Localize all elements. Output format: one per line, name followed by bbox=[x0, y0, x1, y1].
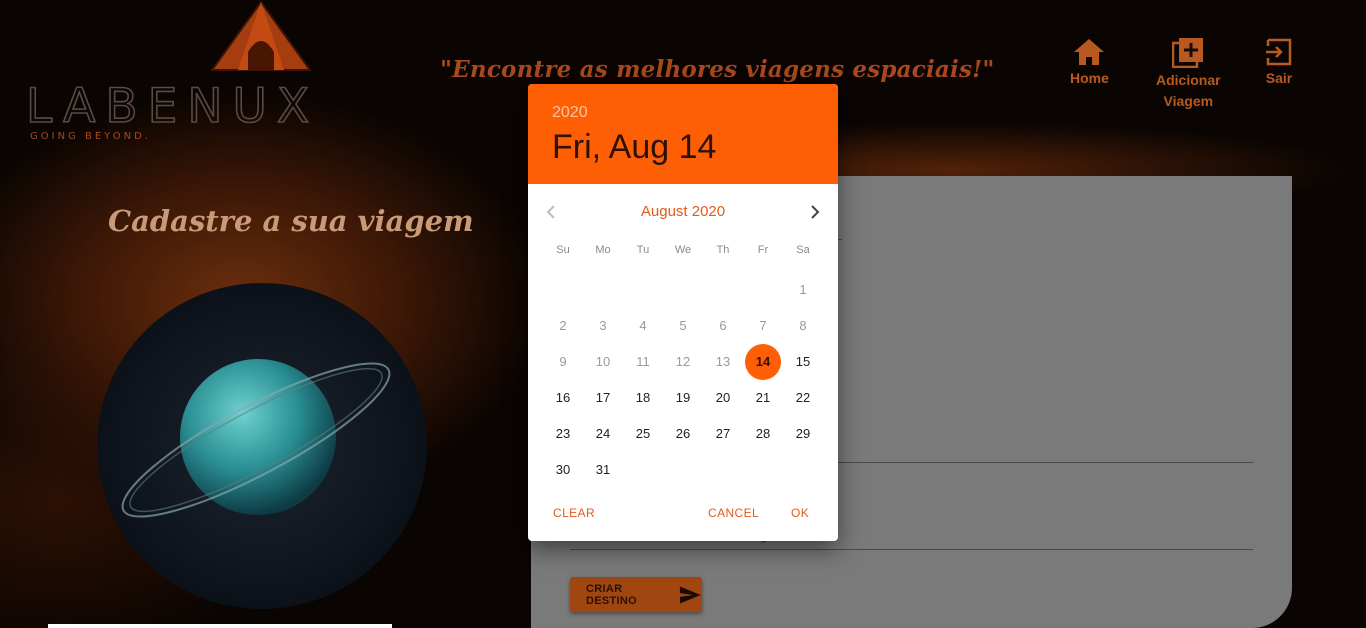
chevron-right-icon[interactable] bbox=[804, 202, 824, 222]
weekday-label: We bbox=[674, 244, 692, 256]
create-destination-button[interactable]: CRIAR DESTINO bbox=[570, 577, 702, 612]
calendar-day[interactable]: 16 bbox=[545, 380, 581, 416]
calendar-day[interactable]: 6 bbox=[705, 308, 741, 344]
calendar-day[interactable]: 22 bbox=[785, 380, 821, 416]
calendar-day[interactable]: 25 bbox=[625, 416, 661, 452]
page-title: Cadastre a sua viagem bbox=[108, 204, 474, 238]
nav-exit[interactable]: Sair bbox=[1263, 38, 1295, 89]
weekday-label: Sa bbox=[796, 244, 810, 256]
home-icon bbox=[1074, 39, 1105, 65]
svg-text:LABENUX: LABENUX bbox=[26, 79, 314, 134]
calendar-day[interactable]: 24 bbox=[585, 416, 621, 452]
create-destination-label: CRIAR DESTINO bbox=[586, 582, 637, 607]
weekday-label: Fr bbox=[757, 244, 769, 256]
selected-day[interactable]: 14 bbox=[745, 344, 781, 380]
nav-exit-label: Sair bbox=[1265, 70, 1293, 86]
calendar-day[interactable]: 19 bbox=[665, 380, 701, 416]
cancel-button[interactable]: CANCEL bbox=[708, 506, 759, 520]
month-label: August 2020 bbox=[640, 203, 726, 220]
picker-selected-date[interactable]: Fri, Aug 14 bbox=[552, 128, 716, 167]
calendar-day[interactable]: 4 bbox=[625, 308, 661, 344]
uranus-image bbox=[97, 283, 427, 609]
weekday-label: Th bbox=[716, 244, 730, 256]
calendar-day[interactable]: 15 bbox=[785, 344, 821, 380]
nav-add-label: Adicionar bbox=[1156, 72, 1221, 88]
field-underline bbox=[838, 462, 1253, 463]
date-picker-header: 2020 Fri, Aug 14 bbox=[528, 84, 838, 184]
calendar-day[interactable]: 3 bbox=[585, 308, 621, 344]
svg-text:GOING BEYOND.: GOING BEYOND. bbox=[30, 131, 151, 142]
calendar-day[interactable]: 11 bbox=[625, 344, 661, 380]
calendar-day[interactable]: 17 bbox=[585, 380, 621, 416]
calendar-day[interactable]: 7 bbox=[745, 308, 781, 344]
calendar-day[interactable]: 31 bbox=[585, 452, 621, 488]
calendar-day[interactable]: 28 bbox=[745, 416, 781, 452]
calendar-day[interactable]: 23 bbox=[545, 416, 581, 452]
calendar-day[interactable]: 26 bbox=[665, 416, 701, 452]
weekday-label: Mo bbox=[595, 244, 611, 256]
weekday-label: Su bbox=[556, 244, 570, 256]
add-box-icon bbox=[1172, 38, 1204, 68]
calendar-day[interactable]: 13 bbox=[705, 344, 741, 380]
exit-icon bbox=[1266, 38, 1292, 66]
nav-home[interactable]: Home bbox=[1070, 38, 1109, 89]
date-field-underline[interactable] bbox=[570, 549, 1253, 550]
calendar-day[interactable]: 8 bbox=[785, 308, 821, 344]
send-icon bbox=[680, 586, 702, 603]
calendar-day[interactable]: 30 bbox=[545, 452, 581, 488]
bottom-strip bbox=[48, 624, 392, 628]
labenux-logo[interactable]: LABENUX GOING BEYOND. bbox=[24, 0, 314, 145]
ok-button[interactable]: OK bbox=[791, 506, 809, 520]
calendar-day[interactable]: 29 bbox=[785, 416, 821, 452]
weekday-label: Tu bbox=[636, 244, 650, 256]
calendar-day[interactable]: 27 bbox=[705, 416, 741, 452]
calendar-day[interactable]: 20 bbox=[705, 380, 741, 416]
picker-year[interactable]: 2020 bbox=[552, 104, 588, 122]
nav-add-trip[interactable]: Adicionar Viagem bbox=[1156, 38, 1221, 112]
tagline: "Encontre as melhores viagens espaciais!… bbox=[440, 56, 995, 83]
calendar-day[interactable]: 10 bbox=[585, 344, 621, 380]
month-switcher: August 2020 bbox=[528, 194, 838, 230]
calendar-day[interactable]: 21 bbox=[745, 380, 781, 416]
clear-button[interactable]: CLEAR bbox=[553, 506, 595, 520]
calendar-day[interactable]: 9 bbox=[545, 344, 581, 380]
date-picker-dialog: 2020 Fri, Aug 14 August 2020 Su Mo Tu We Th F… bbox=[528, 84, 838, 541]
calendar-day[interactable]: 12 bbox=[665, 344, 701, 380]
nav-home-label: Home bbox=[1070, 70, 1109, 86]
calendar-day[interactable]: 18 bbox=[625, 380, 661, 416]
calendar-day[interactable]: 5 bbox=[665, 308, 701, 344]
calendar-day[interactable]: 2 bbox=[545, 308, 581, 344]
nav-add-label-2: Viagem bbox=[1163, 93, 1214, 109]
calendar-day[interactable]: 1 bbox=[785, 272, 821, 308]
